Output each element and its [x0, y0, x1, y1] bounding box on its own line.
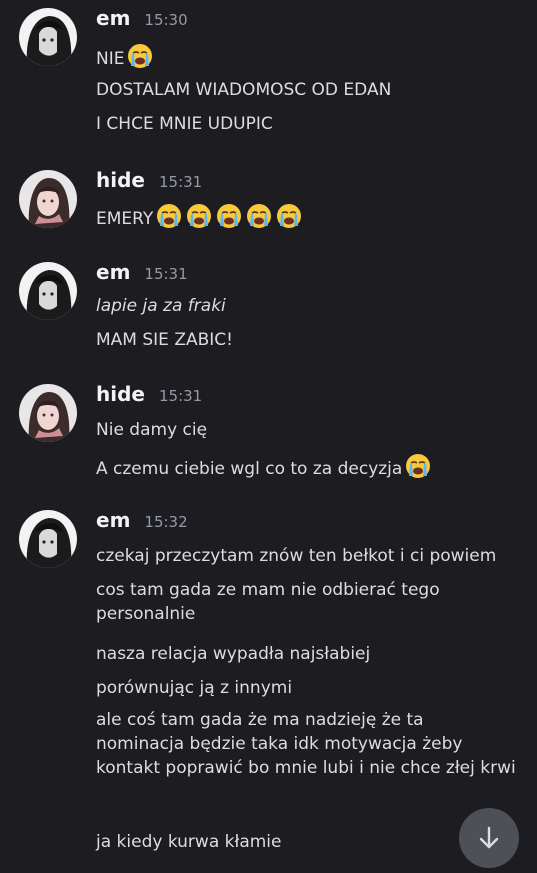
jump-to-present-button[interactable]: [459, 808, 519, 868]
em-avatar[interactable]: [19, 262, 77, 320]
em-avatar[interactable]: [19, 8, 77, 66]
loudly-crying-face-icon: [277, 204, 302, 228]
author-name[interactable]: em: [96, 508, 130, 532]
message-line: A czemu ciebie wgl co to za decyzja: [96, 452, 526, 481]
message-line: MAM SIE ZABIC!: [96, 330, 233, 350]
message-line: nasza relacja wypadła najsłabiej: [96, 644, 371, 664]
message-header: hide 15:31: [96, 168, 202, 192]
message-header: em 15:32: [96, 508, 188, 532]
message-line: NIE: [96, 42, 526, 71]
author-name[interactable]: hide: [96, 168, 145, 192]
loudly-crying-face-icon: [247, 204, 272, 228]
message-line: porównując ją z innymi: [96, 678, 293, 698]
message-line: DOSTALAM WIADOMOSC OD EDAN: [96, 80, 392, 100]
message-header: em 15:31: [96, 260, 188, 284]
message-header: em 15:30: [96, 6, 188, 30]
message-line: cos tam gada ze mam nie odbierać tego pe…: [96, 580, 440, 624]
hide-avatar[interactable]: [19, 384, 77, 442]
loudly-crying-face-icon: [187, 204, 212, 228]
message-line: I CHCE MNIE UDUPIC: [96, 114, 273, 134]
author-name[interactable]: em: [96, 260, 130, 284]
message-line: lapie ja za fraki: [96, 296, 226, 316]
loudly-crying-face-icon: [406, 454, 431, 478]
timestamp: 15:31: [144, 265, 188, 283]
timestamp: 15:32: [144, 513, 188, 531]
message-header: hide 15:31: [96, 382, 202, 406]
message-line: ale coś tam gada że ma nadzieję że ta no…: [96, 710, 516, 778]
author-name[interactable]: hide: [96, 382, 145, 406]
loudly-crying-face-icon: [128, 44, 153, 68]
timestamp: 15:31: [158, 173, 203, 191]
timestamp: 15:30: [144, 11, 188, 29]
loudly-crying-face-icon: [157, 204, 182, 228]
message-line: czekaj przeczytam znów ten bełkot i ci p…: [96, 546, 497, 566]
timestamp: 15:31: [158, 387, 203, 405]
em-avatar[interactable]: [19, 510, 77, 568]
message-line: Nie damy cię: [96, 420, 208, 440]
author-name[interactable]: em: [96, 6, 130, 30]
arrow-down-icon: [479, 826, 499, 849]
message-line: EMERY: [96, 202, 526, 231]
loudly-crying-face-icon: [217, 204, 242, 228]
hide-avatar[interactable]: [19, 170, 77, 228]
chat-message-list[interactable]: em 15:30 NIE DOSTALAM WIADOMOSC OD EDAN …: [0, 0, 537, 873]
